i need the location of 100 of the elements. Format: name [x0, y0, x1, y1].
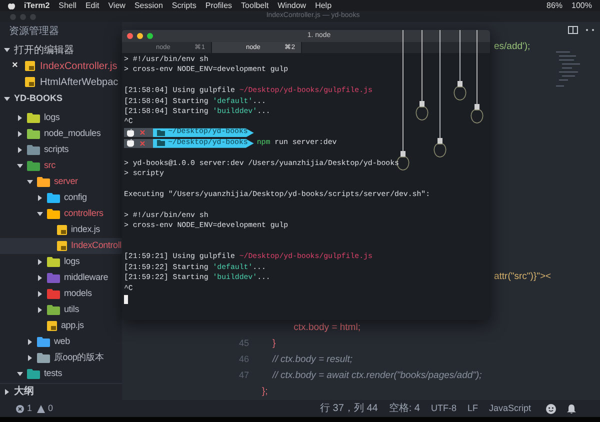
- file-name: middleware: [64, 271, 108, 284]
- code-line: ctx.body = html;: [292, 320, 360, 335]
- menu-item[interactable]: Toolbelt: [241, 0, 269, 10]
- caret-down-icon[interactable]: [17, 371, 23, 377]
- menu-item[interactable]: Edit: [85, 0, 100, 10]
- tree-item[interactable]: config: [0, 190, 122, 206]
- caret-right-icon[interactable]: [37, 195, 43, 201]
- section-header[interactable]: YD-BOOKS: [0, 91, 122, 107]
- menu-item[interactable]: Window: [278, 0, 306, 10]
- tree-item[interactable]: src: [0, 158, 122, 174]
- caret-down-icon[interactable]: [4, 96, 10, 102]
- menu-app-name[interactable]: iTerm2: [24, 0, 50, 10]
- apple-icon: [127, 128, 134, 137]
- file-name: HtmlAfterWebpac: [40, 76, 118, 90]
- tree-item[interactable]: server: [0, 174, 122, 190]
- caret-right-icon[interactable]: [27, 355, 33, 361]
- smiley-icon[interactable]: [546, 404, 556, 414]
- caret-down-icon[interactable]: [27, 179, 33, 185]
- tree-item[interactable]: IndexControll: [0, 238, 122, 254]
- section-title: 打开的编辑器: [14, 44, 74, 58]
- tree-item[interactable]: node_modules: [0, 126, 122, 142]
- caret-right-icon[interactable]: [17, 115, 23, 121]
- section-header[interactable]: 打开的编辑器: [0, 42, 122, 58]
- menu-item[interactable]: Profiles: [205, 0, 232, 10]
- menu-item[interactable]: View: [108, 0, 126, 10]
- close-button[interactable]: ×: [12, 61, 20, 71]
- open-editor-item[interactable]: HtmlAfterWebpac: [0, 74, 122, 90]
- tree-item[interactable]: tests: [0, 366, 122, 382]
- zoom-window-button[interactable]: [147, 33, 153, 39]
- menu-item[interactable]: Session: [134, 0, 163, 10]
- file-name: tests: [44, 367, 62, 380]
- js-file-icon: [57, 241, 67, 251]
- menu-item[interactable]: Help: [315, 0, 332, 10]
- caret-right-icon[interactable]: [4, 388, 10, 394]
- file-name: IndexControll: [71, 239, 122, 252]
- indent-setting[interactable]: 空格: 4: [388, 401, 420, 416]
- error-count[interactable]: 1: [27, 402, 32, 416]
- sidebar-title: 资源管理器: [9, 24, 59, 38]
- tree-item[interactable]: middleware: [0, 270, 122, 286]
- volume-reading: 100%: [572, 0, 592, 10]
- line-number: 47: [238, 369, 249, 382]
- tree-item[interactable]: logs: [0, 254, 122, 270]
- line-ending[interactable]: LF: [467, 402, 478, 416]
- caret-down-icon[interactable]: [4, 47, 10, 53]
- tree-item[interactable]: utils: [0, 302, 122, 318]
- caret-down-icon[interactable]: [17, 163, 23, 169]
- cross-icon: [140, 130, 145, 136]
- code-line: };: [262, 384, 268, 399]
- warning-icon[interactable]: [37, 404, 46, 412]
- caret-right-icon[interactable]: [37, 307, 43, 313]
- js-file-icon: [57, 225, 67, 235]
- line-number: 46: [238, 353, 249, 366]
- caret-right-icon[interactable]: [17, 147, 23, 153]
- caret-right-icon[interactable]: [37, 291, 43, 297]
- file-name: server: [54, 175, 78, 188]
- apple-icon: [127, 139, 134, 148]
- caret-right-icon[interactable]: [37, 275, 43, 281]
- tree-item[interactable]: models: [0, 286, 122, 302]
- caret-right-icon[interactable]: [37, 259, 43, 265]
- minimize-window-button[interactable]: [137, 33, 143, 39]
- apple-icon[interactable]: [8, 2, 15, 10]
- tree-item[interactable]: index.js: [0, 222, 122, 238]
- cross-icon: [140, 140, 145, 146]
- file-name: scripts: [44, 143, 69, 156]
- tree-item[interactable]: 原oop的版本: [0, 350, 122, 366]
- tree-item[interactable]: scripts: [0, 142, 122, 158]
- code-line: // ctx.body = result;: [271, 352, 353, 367]
- bell-icon[interactable]: [567, 404, 576, 414]
- file-name: 原oop的版本: [54, 351, 104, 364]
- js-file-icon: [25, 77, 35, 87]
- section-title: 大纲: [14, 384, 34, 399]
- file-name: logs: [44, 111, 60, 124]
- file-name: config: [64, 191, 87, 204]
- js-file-icon: [47, 321, 57, 331]
- encoding[interactable]: UTF-8: [430, 402, 456, 416]
- file-name: index.js: [71, 223, 100, 236]
- tree-item[interactable]: app.js: [0, 318, 122, 334]
- file-name: utils: [64, 303, 80, 316]
- menu-item[interactable]: Scripts: [172, 0, 196, 10]
- tree-item[interactable]: logs: [0, 110, 122, 126]
- js-file-icon: [25, 61, 35, 71]
- language-mode[interactable]: JavaScript: [488, 402, 531, 416]
- file-name: logs: [64, 255, 80, 268]
- caret-down-icon[interactable]: [37, 211, 43, 217]
- error-icon[interactable]: [16, 404, 24, 412]
- file-name: controllers: [64, 207, 104, 220]
- menu-item[interactable]: Shell: [58, 0, 76, 10]
- caret-right-icon[interactable]: [17, 131, 23, 137]
- open-editor-item[interactable]: × IndexController.js: [0, 58, 122, 74]
- code-line: }: [272, 336, 276, 351]
- battery-reading: 86%: [546, 0, 563, 10]
- tree-item[interactable]: controllers: [0, 206, 122, 222]
- terminal-cursor: [124, 294, 128, 304]
- tree-item[interactable]: web: [0, 334, 122, 350]
- warning-count[interactable]: 0: [48, 402, 54, 416]
- cursor-position[interactable]: 行 37，列 44: [320, 401, 378, 416]
- caret-right-icon[interactable]: [27, 339, 33, 345]
- split-editor-icon[interactable]: [568, 26, 578, 34]
- code-line: // ctx.body = await ctx.render("books/pages/add");: [271, 368, 482, 383]
- close-window-button[interactable]: [127, 33, 133, 39]
